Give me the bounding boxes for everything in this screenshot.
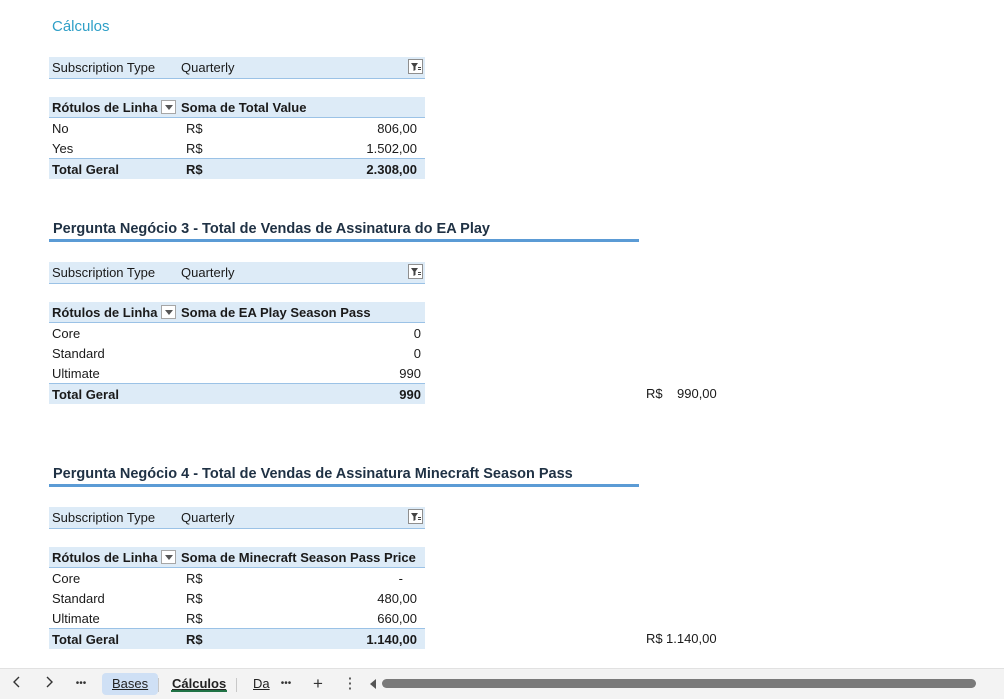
horizontal-scrollbar[interactable]: [382, 679, 976, 688]
section-underline: [49, 239, 639, 242]
pivot-header: Rótulos de Linha Soma de EA Play Season …: [49, 302, 425, 323]
side-currency: R$: [646, 631, 663, 646]
table-row: Core 0: [49, 323, 425, 343]
add-sheet-icon[interactable]: +: [309, 675, 327, 693]
more-tabs-left-icon[interactable]: •••: [72, 675, 90, 693]
filter-value: Quarterly: [181, 60, 235, 75]
side-value: 990,00: [677, 386, 717, 401]
tab-bases[interactable]: Bases: [102, 673, 159, 695]
pivot-table: Rótulos de Linha Soma de Total Value No …: [49, 97, 425, 179]
pivot-table: Rótulos de Linha Soma de Minecraft Seaso…: [49, 547, 425, 649]
row-currency: R$: [186, 121, 203, 136]
row-value: -: [398, 571, 403, 586]
table-row: Core R$ -: [49, 568, 425, 588]
chevron-down-icon[interactable]: [161, 100, 176, 114]
tab-da[interactable]: Da: [243, 673, 271, 695]
row-currency: R$: [186, 611, 203, 626]
pivot-header: Rótulos de Linha Soma de Minecraft Seaso…: [49, 547, 425, 568]
row-currency: R$: [186, 591, 203, 606]
row-value: 1.502,00: [366, 141, 417, 156]
table-row: Yes R$ 1.502,00: [49, 138, 425, 158]
row-value: 0: [413, 346, 421, 361]
filter-label: Subscription Type: [52, 510, 156, 525]
tab-separator: [158, 678, 159, 692]
section-title: Pergunta Negócio 3 - Total de Vendas de …: [53, 221, 490, 237]
row-label: Ultimate: [52, 366, 100, 381]
scroll-left-icon[interactable]: [370, 679, 376, 689]
row-labels-header: Rótulos de Linha: [52, 550, 158, 565]
table-row: Standard R$ 480,00: [49, 588, 425, 608]
total-label: Total Geral: [52, 387, 119, 402]
filter-row: Subscription Type Quarterly: [49, 507, 425, 529]
total-value: 1.140,00: [366, 632, 417, 647]
total-row: Total Geral R$ 2.308,00: [49, 158, 425, 179]
total-currency: R$: [186, 162, 203, 177]
row-currency: R$: [186, 571, 203, 586]
row-label: Yes: [52, 141, 74, 156]
pivot-table: Rótulos de Linha Soma de EA Play Season …: [49, 302, 425, 404]
row-label: Standard: [52, 591, 105, 606]
row-labels-header: Rótulos de Linha: [52, 305, 158, 320]
chevron-down-icon[interactable]: [161, 305, 176, 319]
filter-value: Quarterly: [181, 510, 235, 525]
row-label: Core: [52, 571, 81, 586]
total-label: Total Geral: [52, 632, 119, 647]
section-underline: [49, 484, 639, 487]
kebab-menu-icon[interactable]: ⋮: [341, 675, 359, 693]
sheet-title: Cálculos: [52, 18, 110, 35]
row-label: Core: [52, 326, 81, 341]
row-value: 0: [413, 326, 421, 341]
values-header: Soma de EA Play Season Pass: [181, 305, 371, 320]
row-value: 660,00: [377, 611, 417, 626]
total-label: Total Geral: [52, 162, 119, 177]
chevron-down-icon[interactable]: [161, 550, 176, 564]
values-header: Soma de Minecraft Season Pass Price: [181, 550, 416, 565]
total-row: Total Geral 990: [49, 383, 425, 404]
values-header: Soma de Total Value: [181, 100, 307, 115]
filter-value: Quarterly: [181, 265, 235, 280]
filter-label: Subscription Type: [52, 60, 156, 75]
filter-icon[interactable]: [408, 509, 423, 524]
table-row: Ultimate R$ 660,00: [49, 608, 425, 628]
filter-row: Subscription Type Quarterly: [49, 57, 425, 79]
table-row: Standard 0: [49, 343, 425, 363]
active-tab-indicator: [171, 690, 227, 692]
chevron-right-icon[interactable]: [40, 675, 58, 693]
filter-row: Subscription Type Quarterly: [49, 262, 425, 284]
more-tabs-right-icon[interactable]: •••: [277, 675, 295, 693]
row-value: 990: [399, 366, 421, 381]
row-value: 480,00: [377, 591, 417, 606]
row-labels-header: Rótulos de Linha: [52, 100, 158, 115]
section-title: Pergunta Negócio 4 - Total de Vendas de …: [53, 466, 573, 482]
total-value: 2.308,00: [366, 162, 417, 177]
filter-icon[interactable]: [408, 59, 423, 74]
tab-separator: [236, 678, 237, 692]
side-currency: R$: [646, 386, 663, 401]
side-value: 1.140,00: [666, 631, 717, 646]
row-label: No: [52, 121, 69, 136]
filter-label: Subscription Type: [52, 265, 156, 280]
total-value: 990: [399, 387, 421, 402]
pivot-header: Rótulos de Linha Soma de Total Value: [49, 97, 425, 118]
total-currency: R$: [186, 632, 203, 647]
filter-icon[interactable]: [408, 264, 423, 279]
total-row: Total Geral R$ 1.140,00: [49, 628, 425, 649]
row-label: Standard: [52, 346, 105, 361]
row-label: Ultimate: [52, 611, 100, 626]
row-value: 806,00: [377, 121, 417, 136]
row-currency: R$: [186, 141, 203, 156]
chevron-left-icon[interactable]: [8, 675, 26, 693]
table-row: No R$ 806,00: [49, 118, 425, 138]
table-row: Ultimate 990: [49, 363, 425, 383]
